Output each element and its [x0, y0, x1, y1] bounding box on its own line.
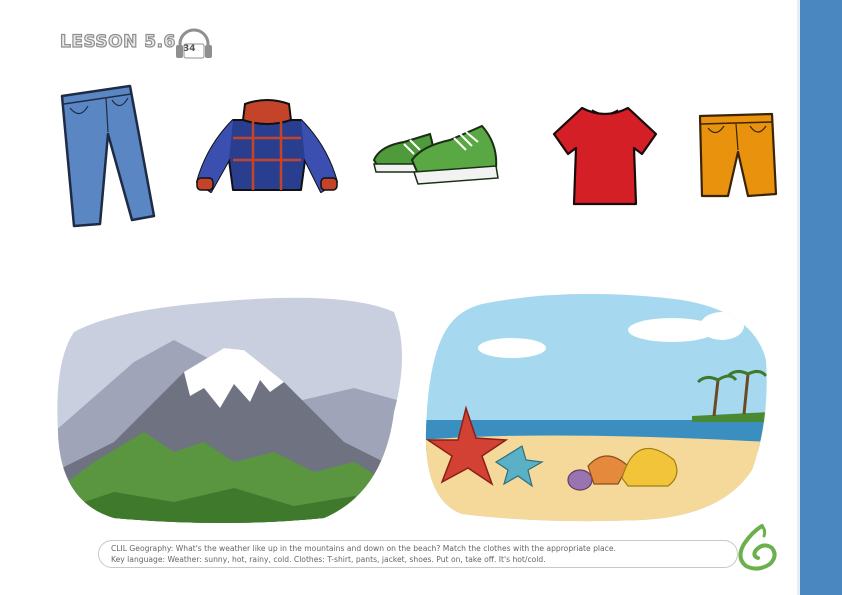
side-color-bar — [797, 0, 842, 595]
clil-footer-note: CLIL Geography: What's the weather like … — [98, 540, 738, 568]
audio-track-number: 34 — [183, 44, 196, 54]
jeans-image — [60, 84, 156, 228]
lesson-title: LESSON 5.6 — [59, 31, 176, 52]
publisher-logo-icon — [738, 524, 777, 571]
footer-line-clil: CLIL Geography: What's the weather like … — [111, 544, 616, 553]
headphones-icon — [176, 28, 212, 59]
mountain-scene-image — [57, 297, 402, 523]
jacket-image — [196, 99, 338, 193]
shorts-image — [698, 112, 778, 198]
beach-scene-image — [425, 293, 767, 522]
footer-line-key-language: Key language: Weather: sunny, hot, rainy… — [111, 555, 546, 564]
t-shirt-image — [552, 106, 658, 206]
sneakers-image — [372, 124, 499, 185]
